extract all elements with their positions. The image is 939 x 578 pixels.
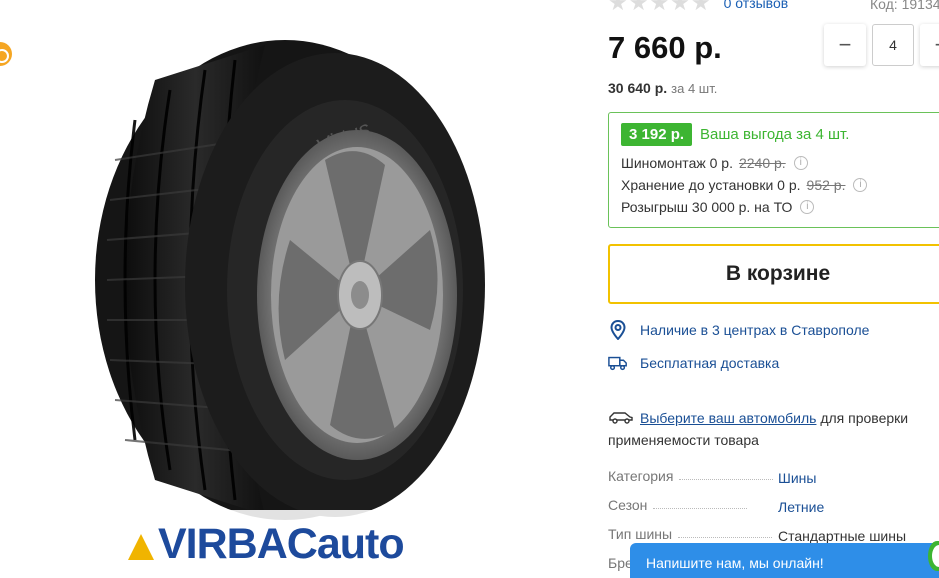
brand-name: VIRBAC xyxy=(158,520,318,568)
delivery-info[interactable]: Бесплатная доставка xyxy=(608,353,779,373)
select-car-link[interactable]: Выберите ваш автомобиль xyxy=(640,410,816,426)
car-compatibility: Выберите ваш автомобиль для проверки при… xyxy=(608,408,939,451)
product-page: Virtus VIRBAC auto ★★★★★ 0 отзывов Код: … xyxy=(0,0,939,578)
spec-value: Стандартные шины xyxy=(778,528,907,544)
savings-item-raffle: Розыгрыш 30 000 р. на ТО i xyxy=(621,196,939,218)
savings-item-storage: Хранение до установки 0 р. 952 р. i xyxy=(621,174,939,196)
quantity-input[interactable]: 4 xyxy=(872,24,914,66)
spec-row: Категория Шины xyxy=(608,468,939,486)
logo-triangle-icon xyxy=(128,533,154,560)
rating: ★★★★★ 0 отзывов xyxy=(608,0,788,14)
spec-key: Тип шины xyxy=(608,526,673,542)
brand-suffix: auto xyxy=(316,520,405,568)
savings-item-mounting: Шиномонтаж 0 р. 2240 р. i xyxy=(621,152,939,174)
delivery-truck-icon xyxy=(608,353,628,373)
savings-box: 3 192 р. Ваша выгода за 4 шт. Шиномонтаж… xyxy=(608,112,939,228)
spec-divider xyxy=(678,537,773,538)
unit-price: 7 660 р. xyxy=(608,30,722,65)
savings-item-label: Розыгрыш 30 000 р. на ТО xyxy=(621,199,793,215)
spec-row: Тип шины Стандартные шины xyxy=(608,526,939,544)
reviews-link[interactable]: 0 отзывов xyxy=(724,0,789,11)
spec-divider xyxy=(653,508,748,509)
availability-link[interactable]: Наличие в 3 центрах в Ставрополе xyxy=(608,320,869,340)
savings-header: 3 192 р. Ваша выгода за 4 шт. xyxy=(621,123,939,146)
car-icon xyxy=(608,409,634,430)
tire-image[interactable]: Virtus xyxy=(95,40,495,520)
product-gallery: Virtus VIRBAC auto xyxy=(0,0,590,578)
spec-row: Сезон Летние xyxy=(608,497,939,515)
chat-widget-button[interactable]: Напишите нам, мы онлайн! xyxy=(630,543,939,578)
spec-key: Сезон xyxy=(608,497,648,513)
spec-value-link[interactable]: Шины xyxy=(778,470,816,486)
quantity-decrease-button[interactable]: − xyxy=(824,24,866,66)
total-price: 30 640 р. за 4 шт. xyxy=(608,80,717,96)
in-cart-button[interactable]: В корзине xyxy=(608,244,939,304)
savings-item-old-price: 952 р. xyxy=(806,177,846,193)
rating-stars-icon[interactable]: ★★★★★ xyxy=(608,0,712,14)
savings-item-label: Хранение до установки 0 р. xyxy=(621,177,801,193)
spec-divider xyxy=(679,479,774,480)
info-icon[interactable]: i xyxy=(853,178,868,192)
savings-amount-badge: 3 192 р. xyxy=(621,123,693,146)
savings-item-old-price: 2240 р. xyxy=(738,155,786,171)
location-pin-icon xyxy=(608,320,628,340)
quantity-increase-button[interactable]: + xyxy=(920,24,939,66)
delivery-label: Бесплатная доставка xyxy=(640,355,780,371)
availability-label: Наличие в 3 центрах в Ставрополе xyxy=(640,322,870,338)
product-code: Код: 19134 xyxy=(870,0,939,12)
savings-item-label: Шиномонтаж 0 р. xyxy=(621,155,733,171)
savings-title: Ваша выгода за 4 шт. xyxy=(700,126,850,143)
chat-status-icon[interactable] xyxy=(928,541,939,571)
brand-logo: VIRBAC auto xyxy=(128,520,405,569)
spec-value-link[interactable]: Летние xyxy=(778,499,824,515)
info-icon[interactable]: i xyxy=(800,200,815,214)
quantity-stepper: − 4 + xyxy=(824,24,939,66)
info-icon[interactable]: i xyxy=(793,156,808,170)
promo-badge-icon[interactable] xyxy=(0,42,12,66)
spec-key: Категория xyxy=(608,468,674,484)
total-price-value: 30 640 р. xyxy=(608,80,668,96)
total-price-per: за 4 шт. xyxy=(671,81,718,96)
